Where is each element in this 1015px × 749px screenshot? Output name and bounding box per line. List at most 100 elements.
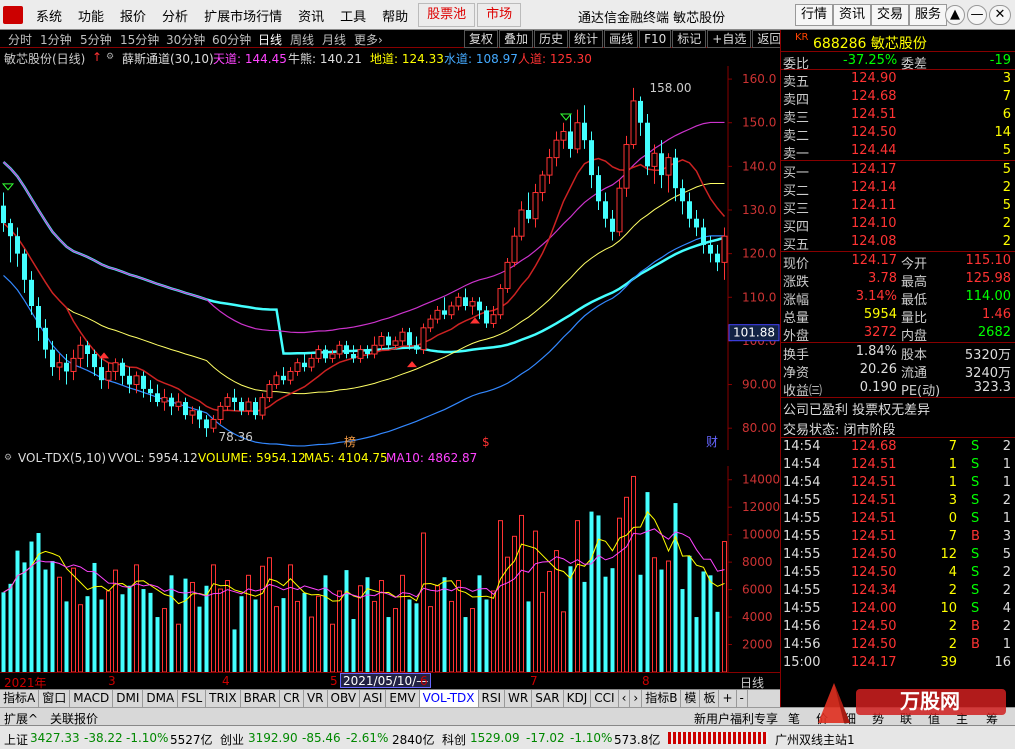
indicator-tab[interactable]: VR bbox=[304, 690, 328, 707]
volume-bar[interactable] bbox=[211, 564, 216, 672]
settings-icon[interactable]: ⚙ bbox=[4, 453, 12, 463]
tick-row[interactable]: 14:55 124.51 7 B 3 bbox=[781, 528, 1015, 546]
volume-bar[interactable] bbox=[71, 567, 76, 672]
volume-bar[interactable] bbox=[288, 564, 293, 672]
volume-bar[interactable] bbox=[1, 592, 6, 672]
service-button[interactable]: 服务 bbox=[909, 4, 948, 26]
candle[interactable] bbox=[224, 397, 231, 407]
volume-bar[interactable] bbox=[302, 592, 307, 672]
menu-analysis[interactable]: 分析 bbox=[154, 6, 196, 25]
volume-bar[interactable] bbox=[22, 562, 27, 672]
overlay-button[interactable]: 叠加 bbox=[499, 30, 534, 48]
candle[interactable] bbox=[645, 122, 650, 167]
candle[interactable] bbox=[232, 397, 237, 402]
volume-bar[interactable] bbox=[645, 492, 650, 672]
candle[interactable] bbox=[610, 218, 615, 232]
volume-bar[interactable] bbox=[267, 557, 272, 672]
volume-bar[interactable] bbox=[540, 591, 545, 672]
order-row[interactable]: 买二 124.14 2 bbox=[781, 179, 1015, 199]
candle[interactable] bbox=[315, 349, 322, 359]
tick-row[interactable]: 14:54 124.51 1 S 1 bbox=[781, 474, 1015, 492]
volume-bar[interactable] bbox=[484, 599, 489, 672]
volume-bar[interactable] bbox=[92, 562, 97, 672]
candle[interactable] bbox=[455, 296, 462, 307]
volume-bar[interactable] bbox=[29, 541, 34, 672]
candle[interactable] bbox=[378, 336, 385, 346]
order-row[interactable]: 买四 124.10 2 bbox=[781, 215, 1015, 235]
volume-bar[interactable] bbox=[407, 599, 412, 672]
candle[interactable] bbox=[217, 405, 224, 420]
candle[interactable] bbox=[204, 419, 209, 429]
candle[interactable] bbox=[582, 122, 587, 141]
candle[interactable] bbox=[1, 205, 6, 224]
up-icon[interactable]: ▲ bbox=[945, 5, 965, 25]
volume-bar[interactable] bbox=[85, 596, 90, 672]
volume-bar[interactable] bbox=[64, 601, 69, 672]
indicator-tab[interactable]: › bbox=[630, 690, 643, 707]
candle[interactable] bbox=[302, 362, 307, 368]
candle[interactable] bbox=[420, 327, 427, 351]
volume-bar[interactable] bbox=[400, 574, 405, 672]
settings-icon[interactable]: ⚙ bbox=[106, 52, 114, 62]
candle[interactable] bbox=[287, 370, 294, 381]
volume-bar[interactable] bbox=[127, 585, 132, 672]
candle[interactable] bbox=[399, 331, 406, 342]
candle[interactable] bbox=[553, 139, 560, 159]
candle[interactable] bbox=[511, 235, 518, 263]
candle[interactable] bbox=[329, 353, 336, 359]
period-1min[interactable]: 1分钟 bbox=[40, 31, 72, 48]
candle[interactable] bbox=[680, 188, 685, 202]
indicator-tab[interactable]: DMA bbox=[143, 690, 179, 707]
candle[interactable] bbox=[15, 236, 20, 254]
indicator-tab[interactable]: OBV bbox=[328, 690, 361, 707]
indicator-tab[interactable]: ‹ bbox=[619, 690, 631, 707]
menu-function[interactable]: 功能 bbox=[70, 6, 112, 25]
event-marker[interactable]: 榜 bbox=[344, 434, 356, 449]
menu-help[interactable]: 帮助 bbox=[374, 6, 416, 25]
info-button[interactable]: 资讯 bbox=[833, 4, 872, 26]
candle[interactable] bbox=[708, 244, 713, 254]
statistics-button[interactable]: 统计 bbox=[569, 30, 604, 48]
period-weekly[interactable]: 周线 bbox=[290, 31, 314, 48]
candle[interactable] bbox=[294, 362, 301, 372]
period-daily[interactable]: 日线 bbox=[258, 31, 282, 48]
volume-bar[interactable] bbox=[344, 570, 349, 672]
candle[interactable] bbox=[112, 362, 119, 372]
volume-bar[interactable] bbox=[631, 475, 636, 672]
order-row[interactable]: 卖二 124.50 14 bbox=[781, 124, 1015, 144]
tick-row[interactable]: 15:00 124.17 39 16 bbox=[781, 654, 1015, 672]
candle[interactable] bbox=[414, 345, 419, 350]
candle[interactable] bbox=[659, 153, 664, 176]
candle[interactable] bbox=[105, 370, 112, 381]
candle[interactable] bbox=[484, 310, 489, 324]
indicator-tab[interactable]: - bbox=[737, 690, 748, 707]
volume-bar[interactable] bbox=[386, 617, 391, 672]
mark-button[interactable]: 标记 bbox=[672, 30, 707, 48]
candle[interactable] bbox=[120, 362, 125, 376]
indicator-tab[interactable]: BRAR bbox=[241, 690, 281, 707]
menu-stock-pool[interactable]: 股票池 bbox=[418, 3, 476, 27]
volume-bar[interactable] bbox=[414, 603, 419, 672]
candle[interactable] bbox=[175, 401, 182, 407]
volume-bar[interactable] bbox=[141, 589, 146, 672]
volume-bar[interactable] bbox=[176, 623, 181, 672]
candle[interactable] bbox=[92, 354, 97, 368]
volume-bar[interactable] bbox=[15, 550, 20, 672]
candle[interactable] bbox=[169, 397, 174, 407]
tick-row[interactable]: 14:55 124.34 2 S 2 bbox=[781, 582, 1015, 600]
candle[interactable] bbox=[448, 305, 455, 316]
volume-bar[interactable] bbox=[435, 585, 440, 672]
volume-bar[interactable] bbox=[519, 514, 524, 672]
menu-system[interactable]: 系统 bbox=[28, 6, 70, 25]
candle[interactable] bbox=[148, 388, 153, 394]
volume-bar[interactable] bbox=[680, 589, 685, 672]
menu-extended-market[interactable]: 扩展市场行情 bbox=[196, 6, 290, 25]
volume-bar[interactable] bbox=[197, 606, 202, 672]
candle[interactable] bbox=[442, 310, 447, 315]
candle[interactable] bbox=[715, 253, 720, 263]
volume-bar[interactable] bbox=[120, 594, 125, 672]
candle[interactable] bbox=[469, 301, 476, 307]
indicator-tab[interactable]: 板 bbox=[700, 690, 720, 707]
tick-row[interactable]: 14:54 124.51 1 S 1 bbox=[781, 456, 1015, 474]
candle[interactable] bbox=[532, 192, 539, 220]
